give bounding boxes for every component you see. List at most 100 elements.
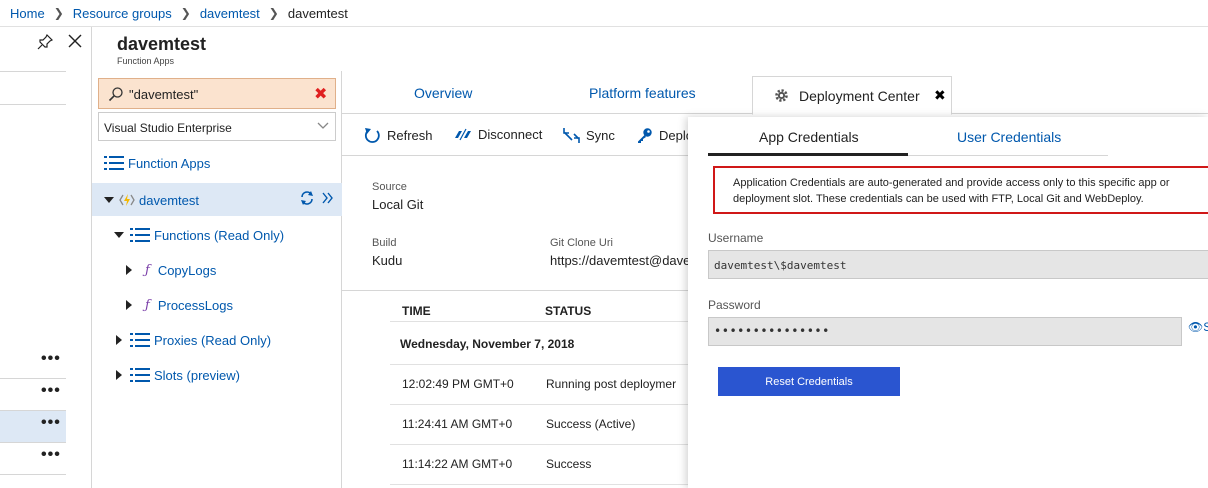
source-value: Local Git <box>372 197 424 212</box>
refresh-button[interactable]: Refresh <box>364 127 433 144</box>
column-header-status: STATUS <box>545 304 592 318</box>
sync-label: Sync <box>586 128 615 143</box>
tree-item-label: Proxies (Read Only) <box>154 332 272 348</box>
disconnect-icon <box>455 128 471 140</box>
history-time: 11:24:41 AM GMT+0 <box>402 417 513 431</box>
list-item[interactable]: ••• <box>0 443 66 474</box>
list-item[interactable]: ••• <box>0 379 66 410</box>
tree-item-functions[interactable]: Functions (Read Only) <box>114 219 284 251</box>
more-icon[interactable]: ••• <box>41 382 61 400</box>
function-app-icon <box>119 194 135 206</box>
clear-icon[interactable]: ✖ <box>314 84 327 104</box>
list-icon <box>130 228 150 242</box>
caret-down-icon[interactable] <box>104 197 114 203</box>
tree-item-function-copylogs[interactable]: ƒ CopyLogs <box>126 254 216 286</box>
caret-down-icon[interactable] <box>114 232 124 238</box>
tree-item-label: Slots (preview) <box>154 367 240 383</box>
search-icon <box>108 87 123 102</box>
refresh-icon <box>364 128 380 143</box>
username-label: Username <box>708 231 764 245</box>
password-label: Password <box>708 298 761 312</box>
caret-right-icon[interactable] <box>116 370 122 380</box>
page-title: davemtest <box>117 34 207 54</box>
username-field[interactable]: davemtest\$davemtest <box>708 250 1208 279</box>
info-line: deployment slot. These credentials can b… <box>733 193 1144 205</box>
sync-button[interactable]: Sync <box>563 127 615 144</box>
eye-icon: 👁 <box>1188 320 1204 334</box>
password-field[interactable]: ••••••••••••••• <box>708 317 1182 346</box>
breadcrumb-home[interactable]: Home <box>10 6 45 21</box>
chevron-right-icon: ❯ <box>268 6 279 20</box>
tree-item-function-apps[interactable]: Function Apps <box>104 147 210 179</box>
refresh-icon[interactable] <box>300 191 314 205</box>
refresh-label: Refresh <box>387 128 433 143</box>
pin-icon[interactable] <box>36 33 54 51</box>
show-label: S <box>1203 320 1208 334</box>
function-icon: ƒ <box>145 297 150 313</box>
divider <box>0 104 66 105</box>
tree-item-label: Functions (Read Only) <box>154 227 285 243</box>
reset-credentials-button[interactable]: Reset Credentials <box>718 367 900 396</box>
more-icon[interactable]: ••• <box>41 350 61 368</box>
build-label: Build <box>372 237 397 249</box>
list-icon <box>104 156 124 170</box>
caret-right-icon[interactable] <box>126 265 132 275</box>
tree-panel: "davemtest" ✖ Visual Studio Enterprise F… <box>92 71 342 488</box>
subscription-value: Visual Studio Enterprise <box>104 121 232 135</box>
function-icon: ƒ <box>145 262 150 278</box>
gear-icon <box>775 89 788 102</box>
deploy-button[interactable]: Deplo <box>637 127 693 143</box>
git-clone-uri-label: Git Clone Uri <box>550 237 613 249</box>
key-icon <box>638 128 652 143</box>
source-label: Source <box>372 181 407 193</box>
search-value: "davemtest" <box>129 87 199 102</box>
tab-platform-features[interactable]: Platform features <box>589 85 696 101</box>
close-icon[interactable]: ✖ <box>934 87 946 104</box>
divider <box>390 364 690 365</box>
tree-item-function-processlogs[interactable]: ƒ ProcessLogs <box>126 289 233 321</box>
list-item[interactable]: ••• <box>0 411 66 442</box>
git-clone-uri-value[interactable]: https://davemtest@dave <box>550 253 690 268</box>
history-time: 11:14:22 AM GMT+0 <box>402 457 513 471</box>
show-password-button[interactable]: 👁S <box>1188 320 1208 334</box>
history-date-group: Wednesday, November 7, 2018 <box>400 337 575 351</box>
chevron-right-icon: ❯ <box>53 6 64 20</box>
info-line: Application Credentials are auto-generat… <box>733 177 1170 189</box>
more-icon[interactable]: ••• <box>41 414 61 432</box>
close-icon[interactable] <box>66 32 84 50</box>
breadcrumb-resource-groups[interactable]: Resource groups <box>73 6 172 21</box>
divider <box>390 484 690 485</box>
disconnect-label: Disconnect <box>478 127 543 142</box>
tab-app-credentials[interactable]: App Credentials <box>759 129 859 145</box>
tab-deployment-center[interactable]: Deployment Center ✖ <box>752 76 952 115</box>
caret-right-icon[interactable] <box>126 300 132 310</box>
username-value: davemtest\$davemtest <box>714 259 847 272</box>
breadcrumb-resource-group[interactable]: davemtest <box>200 6 260 21</box>
more-icon[interactable]: ••• <box>41 446 61 464</box>
tree-item-label: davemtest <box>139 192 199 208</box>
tree-item-app-content[interactable]: davemtest <box>104 184 199 216</box>
subscription-select[interactable]: Visual Studio Enterprise <box>98 112 336 141</box>
tab-label: Deployment Center <box>799 88 920 104</box>
double-chevron-right-icon[interactable] <box>322 192 334 204</box>
tree-item-proxies[interactable]: Proxies (Read Only) <box>116 324 271 356</box>
history-time: 12:02:49 PM GMT+0 <box>402 377 514 391</box>
tree-item-label: ProcessLogs <box>157 297 233 313</box>
divider <box>390 321 690 322</box>
caret-right-icon[interactable] <box>116 335 122 345</box>
history-status: Success (Active) <box>546 417 636 431</box>
password-value: ••••••••••••••• <box>714 324 830 338</box>
divider <box>390 444 690 445</box>
divider <box>0 71 66 72</box>
search-input[interactable]: "davemtest" ✖ <box>98 78 336 109</box>
list-icon <box>130 333 150 347</box>
disconnect-button[interactable]: Disconnect <box>454 127 542 142</box>
list-item[interactable]: ••• <box>0 347 66 378</box>
chevron-right-icon: ❯ <box>180 6 191 20</box>
tree-item-label: CopyLogs <box>157 262 217 278</box>
tab-overview[interactable]: Overview <box>414 85 472 101</box>
tree-item-slots[interactable]: Slots (preview) <box>116 359 240 391</box>
build-value: Kudu <box>372 253 403 268</box>
tab-user-credentials[interactable]: User Credentials <box>957 129 1061 145</box>
chevron-down-icon <box>317 122 329 129</box>
